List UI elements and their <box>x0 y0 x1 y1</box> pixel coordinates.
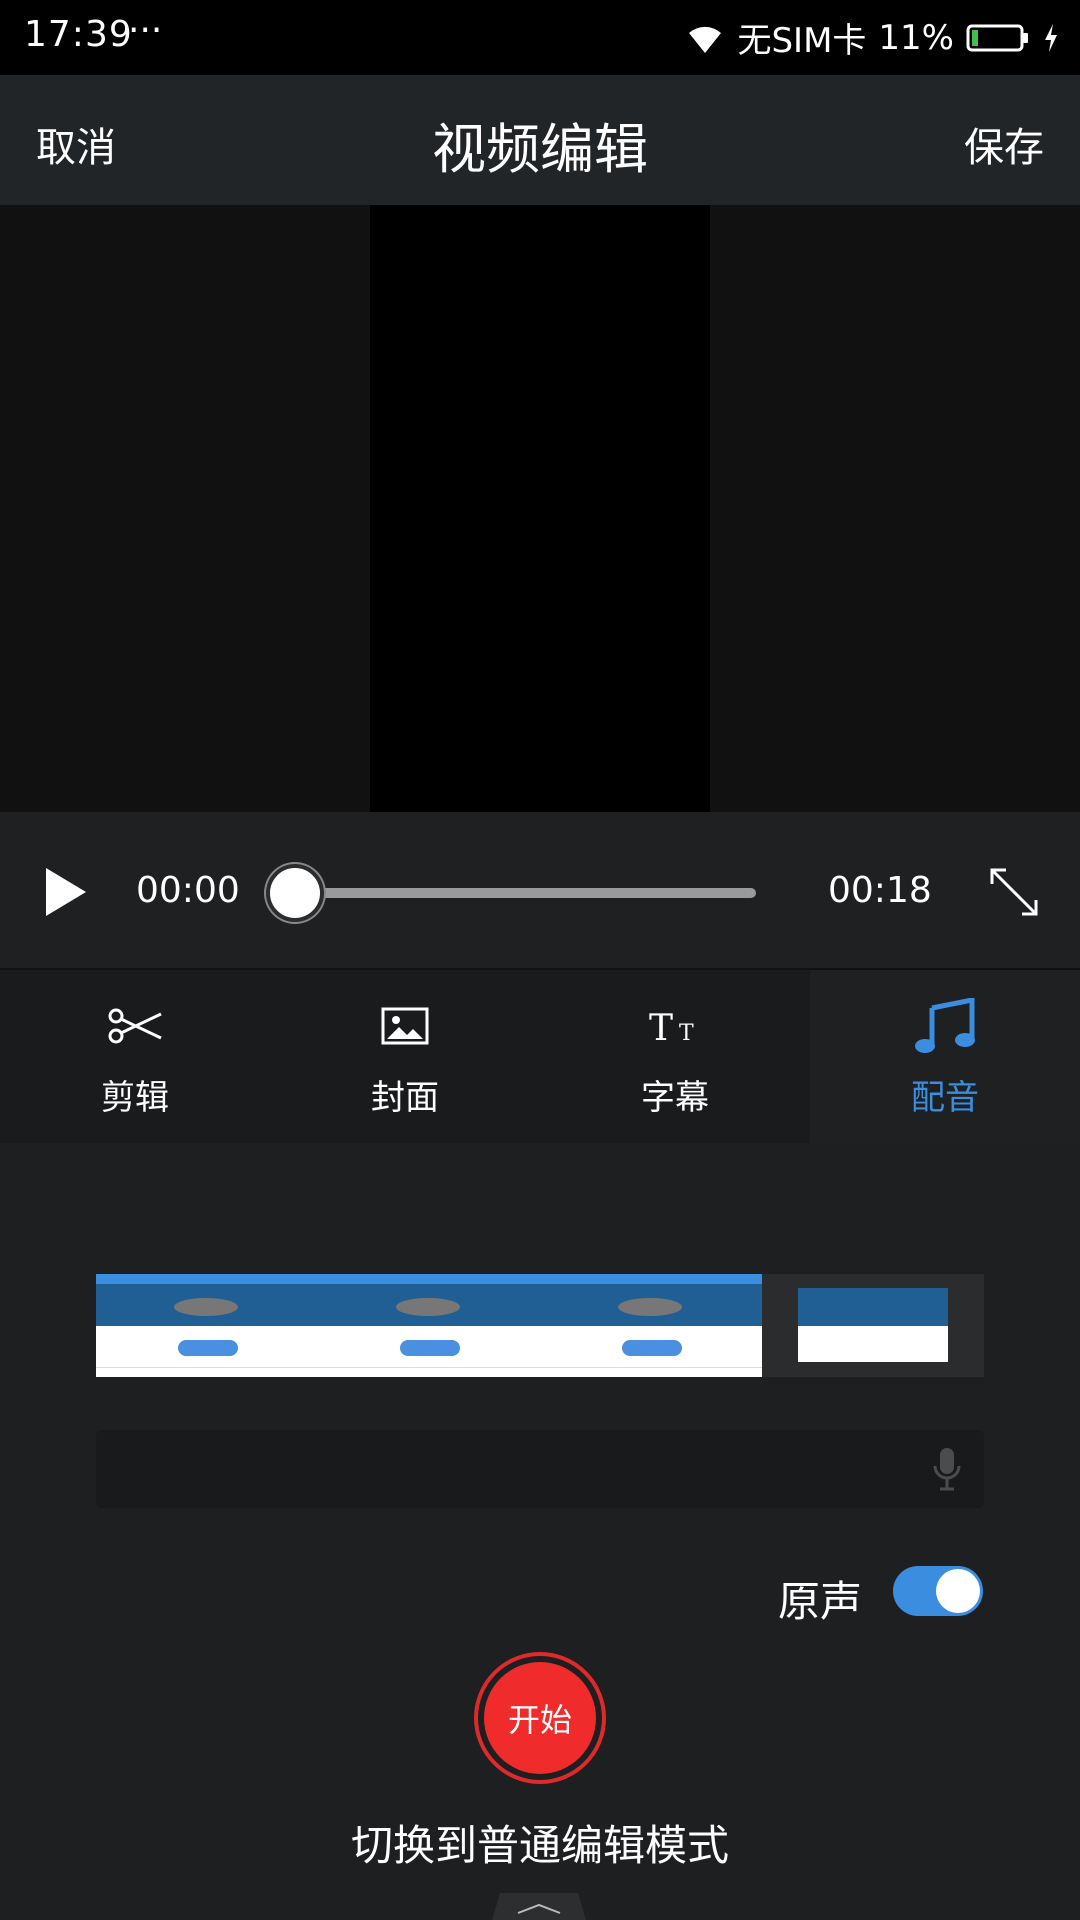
record-start-button[interactable]: 开始 <box>474 1652 606 1784</box>
voice-track-bar[interactable] <box>96 1430 984 1508</box>
current-time: 00:00 <box>136 870 240 911</box>
video-preview-area <box>0 205 1080 812</box>
carrier-text: 无SIM卡 <box>737 21 867 61</box>
svg-text:T: T <box>649 1008 673 1046</box>
fullscreen-icon[interactable] <box>986 864 1042 920</box>
status-indicators: 无SIM卡 11% <box>685 0 1060 75</box>
filmstrip-frame <box>540 1274 762 1377</box>
charging-icon <box>1045 23 1057 52</box>
toggle-knob <box>936 1569 980 1613</box>
microphone-icon <box>933 1448 961 1491</box>
chevron-up-icon[interactable] <box>480 1893 598 1920</box>
tab-cover-label: 封面 <box>371 1078 439 1118</box>
tab-cut[interactable]: 剪辑 <box>0 970 270 1143</box>
text-size-icon: T T <box>649 1008 694 1046</box>
svg-text:T: T <box>679 1021 694 1046</box>
image-icon <box>381 1007 429 1045</box>
video-filmstrip[interactable] <box>96 1274 984 1377</box>
status-time: 17:39 <box>24 14 133 55</box>
player-controls: 00:00 00:18 <box>0 812 1080 970</box>
original-sound-toggle[interactable] <box>893 1566 983 1616</box>
filmstrip-frame <box>318 1274 540 1377</box>
tab-cover[interactable]: 封面 <box>270 970 540 1143</box>
header: 取消 视频编辑 保存 <box>0 75 1080 205</box>
tab-cut-label: 剪辑 <box>101 1078 169 1118</box>
status-bar: 17:39 ··· 无SIM卡 11% <box>0 0 1080 75</box>
tab-subtitle-label: 字幕 <box>641 1078 709 1118</box>
page-title: 视频编辑 <box>432 118 648 181</box>
video-preview[interactable] <box>370 205 710 812</box>
tool-tabs: 剪辑 封面 T T 字幕 配音 <box>0 970 1080 1143</box>
tab-dubbing[interactable]: 配音 <box>810 970 1080 1143</box>
record-start-label: 开始 <box>484 1662 596 1774</box>
wifi-icon <box>689 26 722 53</box>
play-button[interactable] <box>40 864 90 920</box>
tab-dubbing-label: 配音 <box>911 1078 979 1118</box>
music-note-icon <box>915 998 975 1053</box>
filmstrip-frame <box>762 1274 984 1377</box>
original-sound-label: 原声 <box>778 1577 863 1626</box>
scissors-icon <box>108 1008 162 1044</box>
filmstrip-frame <box>96 1274 318 1377</box>
total-time: 00:18 <box>828 870 932 911</box>
battery-icon <box>966 24 1028 51</box>
status-more-dots: ··· <box>128 10 163 51</box>
switch-to-normal-mode-link[interactable]: 切换到普通编辑模式 <box>0 1812 1080 1873</box>
battery-percent: 11% <box>878 17 954 58</box>
progress-thumb[interactable] <box>266 864 324 922</box>
save-button[interactable]: 保存 <box>964 115 1044 173</box>
tab-subtitle[interactable]: T T 字幕 <box>540 970 810 1143</box>
progress-slider[interactable] <box>290 888 756 898</box>
